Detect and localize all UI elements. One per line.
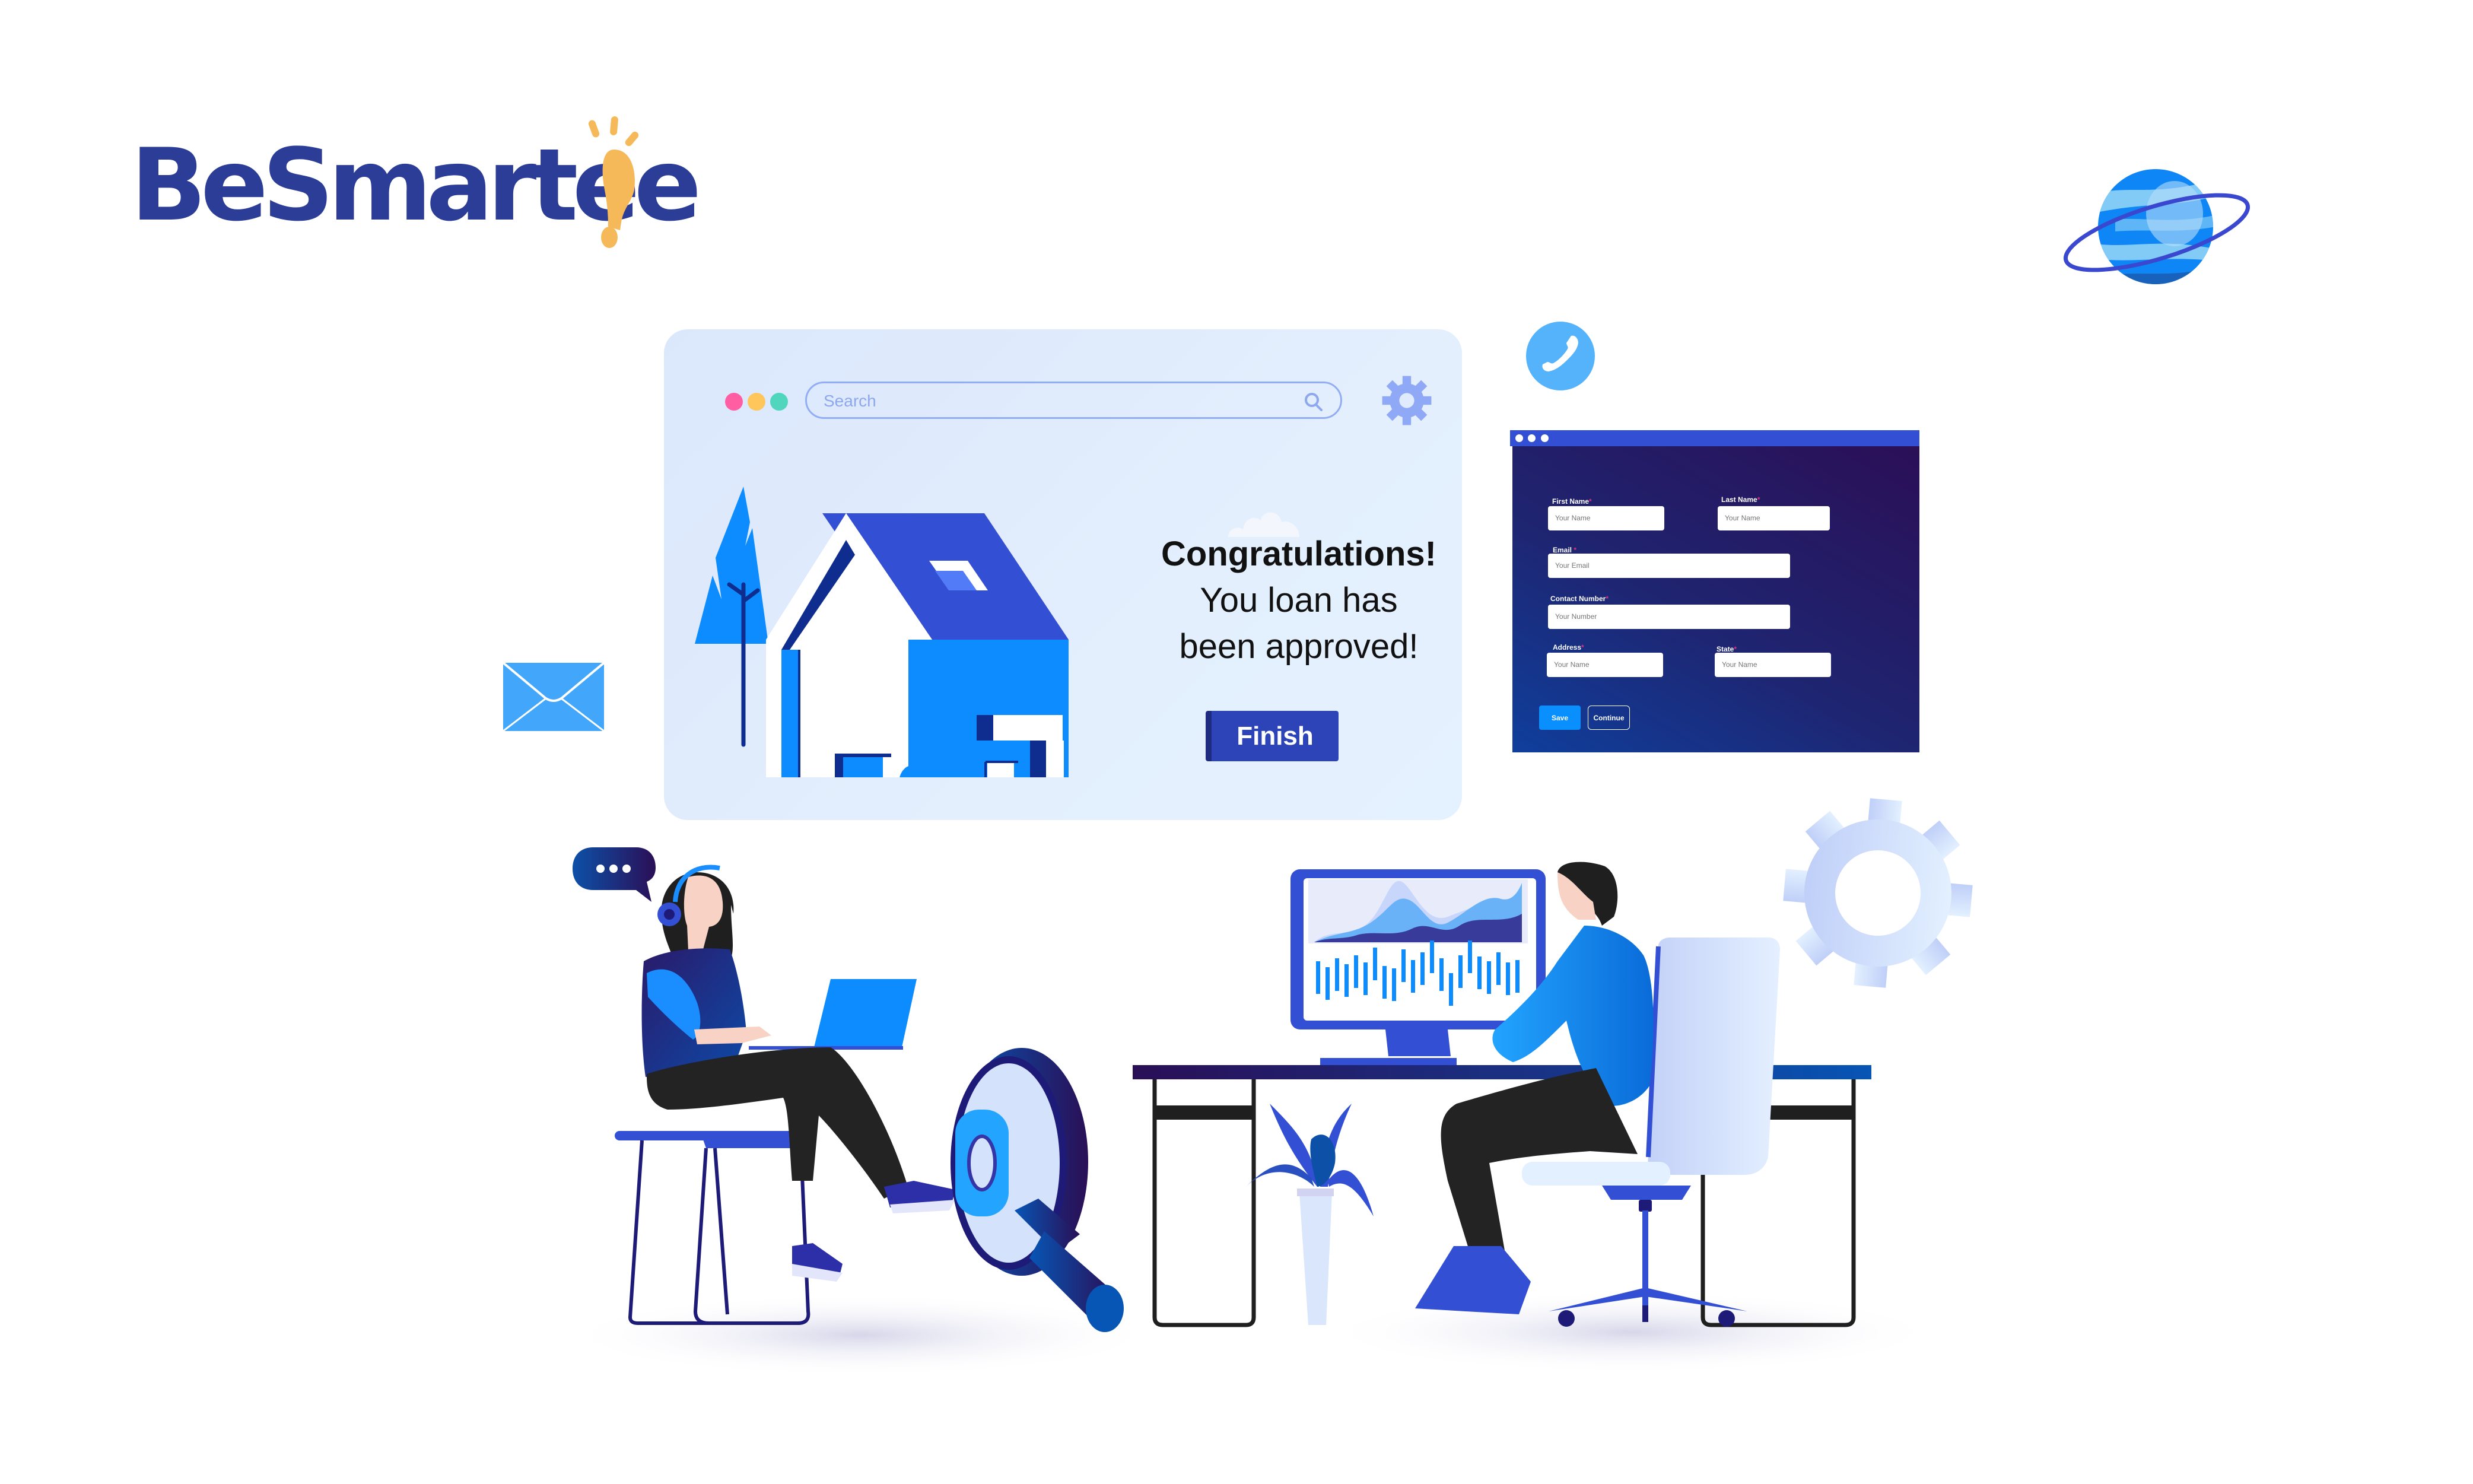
- email-input[interactable]: [1548, 554, 1790, 578]
- window-controls: [725, 393, 788, 411]
- stool: [615, 1131, 810, 1325]
- window-dot-green: [770, 393, 788, 411]
- window-dot-yellow: [748, 393, 765, 411]
- window-dot: [1515, 434, 1523, 442]
- mail-icon: [503, 663, 604, 731]
- lightbulb-icon: [588, 116, 639, 248]
- planet-icon: [2063, 169, 2251, 284]
- form-titlebar: [1510, 430, 1919, 446]
- last-name-input[interactable]: [1718, 506, 1830, 530]
- approval-message: Congratulations! You loan has been appro…: [1150, 531, 1447, 670]
- woman-figure: [641, 865, 955, 1282]
- window-dot: [1541, 434, 1549, 442]
- browser-window-card: Search Congratulations! You loan has bee…: [664, 329, 1462, 820]
- form-body: First Name* Last Name* Email * Contact N…: [1512, 446, 1919, 752]
- brand-logo: BeSmartee: [131, 113, 701, 249]
- finish-button[interactable]: Finish: [1206, 711, 1339, 761]
- magnifying-glass: [951, 1048, 1124, 1332]
- approval-line-2: been approved!: [1179, 627, 1419, 666]
- save-button[interactable]: Save: [1539, 706, 1581, 730]
- phone-icon: [1526, 322, 1595, 390]
- window-dot-red: [725, 393, 743, 411]
- contact-number-label: Contact Number*: [1550, 595, 1609, 603]
- floor-shadow: [564, 1294, 1157, 1377]
- office-chair: [1522, 938, 1780, 1327]
- computer-monitor: [1290, 869, 1546, 1065]
- approval-line-1: You loan has: [1200, 581, 1398, 619]
- congrats-heading: Congratulations!: [1161, 535, 1436, 573]
- window-dot: [1528, 434, 1536, 442]
- search-input[interactable]: Search: [805, 382, 1342, 419]
- first-name-input[interactable]: [1548, 506, 1664, 530]
- house-illustration: [695, 487, 1069, 777]
- address-input[interactable]: [1547, 653, 1663, 677]
- state-input[interactable]: [1715, 653, 1831, 677]
- desk: [1133, 1065, 1871, 1327]
- contact-number-input[interactable]: [1548, 605, 1790, 629]
- gear-icon[interactable]: [1380, 374, 1433, 427]
- last-name-label: Last Name*: [1721, 495, 1760, 504]
- monitor-bars: [1316, 940, 1520, 1006]
- man-figure: [1415, 862, 1654, 1314]
- continue-button[interactable]: Continue: [1588, 706, 1630, 730]
- address-label: Address*: [1553, 643, 1584, 652]
- contact-form-window: First Name* Last Name* Email * Contact N…: [1510, 430, 1919, 752]
- floor-shadow: [1323, 1291, 1940, 1374]
- plant: [1246, 1104, 1374, 1325]
- gear-icon: [1783, 798, 1973, 988]
- state-label: State*: [1717, 645, 1737, 653]
- chat-bubble-icon: [573, 847, 656, 902]
- first-name-label: First Name*: [1552, 497, 1592, 506]
- search-icon[interactable]: [1302, 390, 1325, 413]
- email-label: Email *: [1553, 546, 1577, 554]
- search-placeholder: Search: [824, 392, 876, 410]
